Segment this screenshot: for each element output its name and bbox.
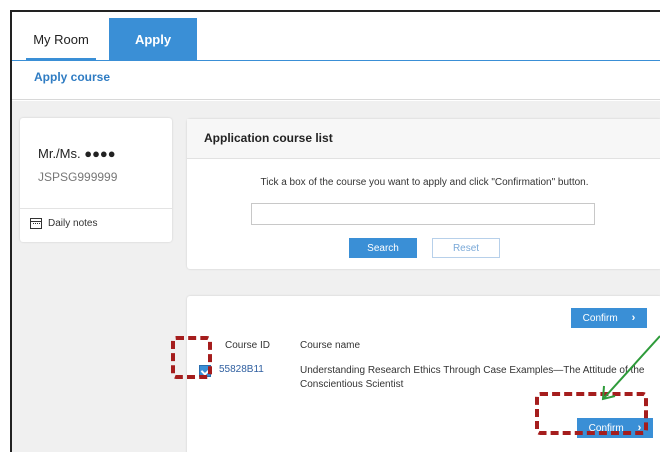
tab-my-room[interactable]: My Room [18, 18, 104, 61]
chevron-right-icon: › [631, 312, 636, 324]
course-name-cell: Understanding Research Ethics Through Ca… [300, 365, 645, 390]
profile-card: Mr./Ms. ●●●● JSPSG999999 Daily notes [20, 118, 172, 242]
confirm-highlight-annotation [535, 392, 648, 435]
subnav-apply-course[interactable]: Apply course [34, 70, 110, 84]
confirm-label: Confirm [582, 312, 618, 324]
divider [20, 208, 172, 209]
reset-button[interactable]: Reset [432, 238, 500, 258]
user-id: JSPSG999999 [38, 170, 118, 184]
column-header-course-name: Course name [300, 340, 361, 351]
daily-notes-link[interactable]: Daily notes [30, 218, 97, 229]
application-course-list-panel: Application course list Tick a box of th… [187, 119, 660, 269]
user-name: Mr./Ms. ●●●● [38, 146, 116, 161]
header: My Room Apply Apply course [12, 12, 660, 100]
tab-apply-label: Apply [134, 31, 172, 47]
calendar-icon [30, 218, 42, 229]
instruction-text: Tick a box of the course you want to app… [260, 177, 589, 188]
panel-header: Application course list [187, 119, 660, 159]
tab-my-room-label: My Room [33, 31, 89, 47]
confirm-button-top[interactable]: Confirm › [571, 308, 647, 328]
course-id-cell: 55828B11 [219, 364, 264, 375]
tab-divider [12, 60, 660, 61]
checkbox-highlight-annotation [171, 336, 212, 379]
column-header-course-id: Course ID [225, 340, 271, 351]
search-button[interactable]: Search [349, 238, 417, 258]
app-window: My Room Apply Apply course Mr./Ms. ●●●● … [10, 10, 660, 452]
daily-notes-label: Daily notes [48, 218, 98, 229]
tab-apply[interactable]: Apply [109, 18, 197, 60]
search-input[interactable] [251, 203, 595, 225]
panel-title: Application course list [204, 131, 333, 145]
